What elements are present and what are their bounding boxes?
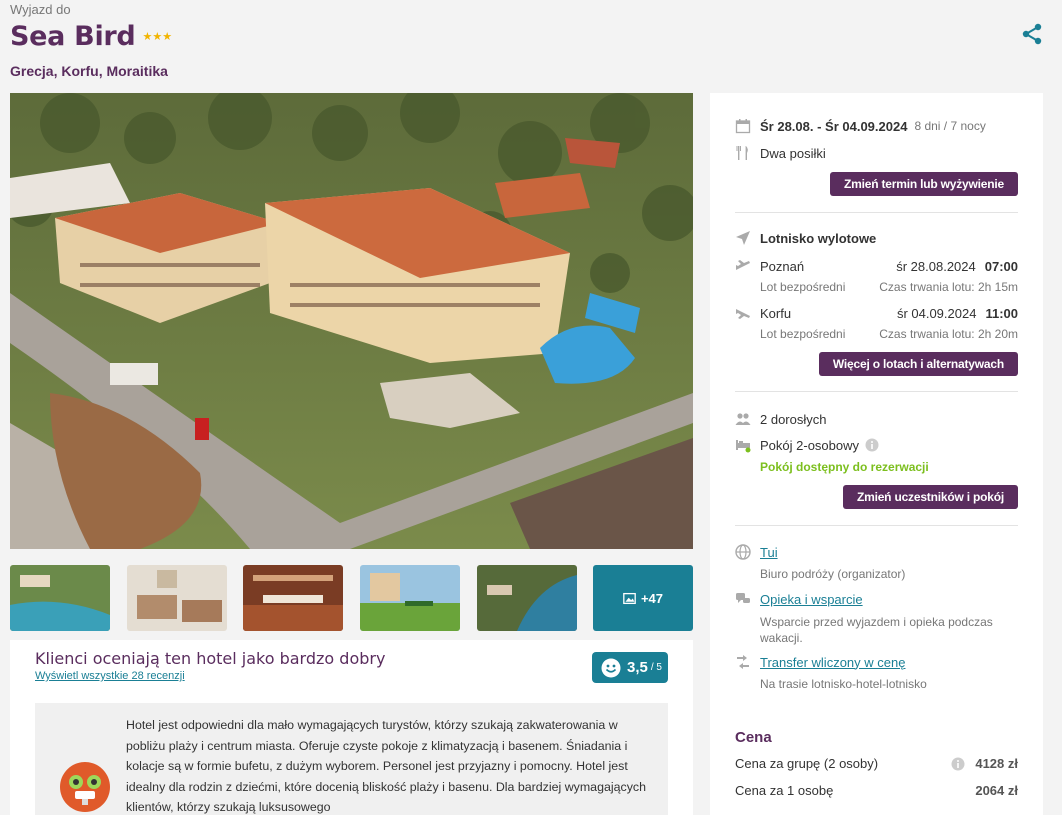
cutlery-icon — [736, 146, 748, 160]
transfer-link[interactable]: Transfer wliczony w cenę — [760, 655, 905, 670]
outbound-duration: Czas trwania lotu: 2h 15m — [879, 280, 1018, 294]
smiley-icon — [601, 658, 621, 677]
inbound-city: Korfu — [760, 305, 792, 321]
main-hotel-photo[interactable] — [10, 93, 693, 549]
more-photos-button[interactable]: +47 — [593, 565, 693, 631]
gallery-icon — [623, 592, 636, 604]
divider — [735, 212, 1018, 213]
thumbnail-restaurant[interactable] — [243, 565, 343, 631]
page-header: Wyjazd do Sea Bird ★★★ Grecja, Korfu, Mo… — [10, 2, 172, 79]
support-link[interactable]: Opieka i wsparcie — [760, 592, 863, 607]
change-participants-button[interactable]: Zmień uczestników i pokój — [842, 485, 1018, 509]
transfer-icon — [737, 655, 749, 669]
trip-duration: 8 dni / 7 nocy — [914, 119, 986, 133]
outbound-date: śr 28.08.2024 — [896, 258, 976, 274]
price-person-label: Cena za 1 osobę — [735, 783, 834, 798]
photo-thumbnails: +47 — [10, 565, 693, 631]
takeoff-icon — [736, 260, 750, 270]
thumbnail-playground[interactable] — [360, 565, 460, 631]
transfer-description: Na trasie lotnisko-hotel-lotnisko — [760, 677, 927, 691]
hotel-location: Grecja, Korfu, Moraitika — [10, 63, 168, 79]
landing-icon — [736, 309, 750, 319]
hotel-name: Sea Bird — [10, 21, 136, 52]
support-icon — [736, 593, 750, 603]
star-rating: ★★★ — [142, 31, 173, 43]
price-person-value: 2064 zł — [975, 783, 1018, 798]
people-icon — [735, 413, 751, 425]
bed-icon — [736, 440, 751, 453]
inbound-date: śr 04.09.2024 — [896, 305, 977, 321]
room-type: Pokój 2-osobowy — [760, 437, 859, 453]
pre-title: Wyjazd do — [10, 2, 71, 17]
all-reviews-link[interactable]: Wyświetl wszystkie 28 recenzji — [35, 670, 185, 682]
outbound-type: Lot bezpośredni — [760, 280, 846, 294]
airport-label: Lotnisko wylotowe — [760, 230, 877, 246]
price-group-value: 4128 zł — [975, 756, 1018, 771]
info-icon[interactable] — [865, 438, 879, 452]
outbound-time: 07:00 — [984, 258, 1018, 274]
divider — [735, 525, 1018, 526]
share-icon[interactable] — [1020, 22, 1044, 46]
organizer-link[interactable]: Tui — [760, 545, 778, 560]
avatar — [60, 762, 110, 812]
thumbnail-room[interactable] — [127, 565, 227, 631]
room-availability: Pokój dostępny do rezerwacji — [760, 460, 929, 474]
rating-value: 3,5 — [627, 659, 648, 676]
organizer-description: Biuro podróży (organizator) — [760, 567, 906, 581]
inbound-type: Lot bezpośredni — [760, 327, 846, 341]
info-icon[interactable] — [951, 757, 965, 771]
more-photos-count: +47 — [640, 590, 664, 606]
meal-plan: Dwa posiłki — [760, 145, 826, 161]
rating-max: / 5 — [650, 662, 662, 673]
calendar-icon — [735, 119, 751, 134]
price-group-label: Cena za grupę (2 osoby) — [735, 756, 879, 771]
more-flights-button[interactable]: Więcej o lotach i alternatywach — [818, 352, 1018, 376]
trip-dates: Śr 28.08. - Śr 04.09.2024 — [760, 118, 908, 134]
reviews-section: Klienci oceniają ten hotel jako bardzo d… — [10, 640, 693, 815]
adults-count: 2 dorosłych — [760, 411, 827, 427]
inbound-duration: Czas trwania lotu: 2h 20m — [879, 327, 1018, 341]
divider — [735, 391, 1018, 392]
support-description: Wsparcie przed wyjazdem i opieka podczas… — [760, 615, 993, 645]
inbound-time: 11:00 — [985, 305, 1018, 321]
globe-icon — [735, 544, 751, 560]
review-summary-box: Hotel jest odpowiedni dla mało wymagając… — [35, 703, 668, 815]
thumbnail-beach[interactable] — [10, 565, 110, 631]
outbound-city: Poznań — [760, 258, 805, 274]
change-date-button[interactable]: Zmień termin lub wyżywienie — [830, 172, 1018, 196]
plane-icon — [736, 231, 750, 245]
price-heading: Cena — [735, 729, 772, 746]
review-summary-text: Hotel jest odpowiedni dla mało wymagając… — [126, 718, 646, 814]
thumbnail-coast[interactable] — [477, 565, 577, 631]
booking-sidebar: Śr 28.08. - Śr 04.09.2024 8 dni / 7 nocy… — [710, 93, 1043, 815]
reviews-title: Klienci oceniają ten hotel jako bardzo d… — [35, 649, 386, 668]
rating-badge[interactable]: 3,5 / 5 — [592, 652, 668, 683]
